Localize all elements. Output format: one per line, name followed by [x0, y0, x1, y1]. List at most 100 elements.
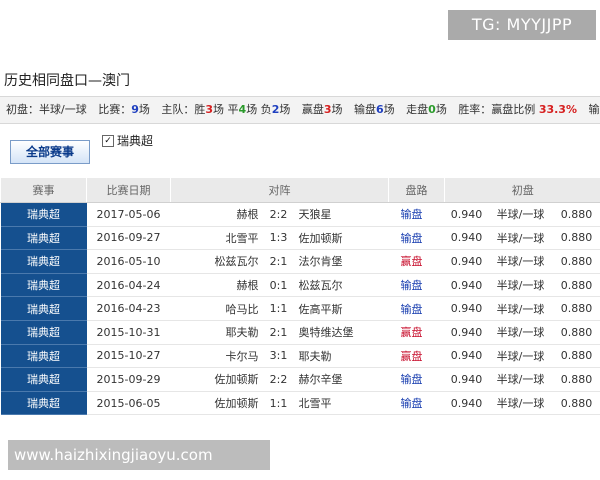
ratio-value: 33.3%: [538, 103, 577, 116]
table-cell-home-odds: 0.940: [444, 226, 489, 251]
home-win-count: 3: [205, 103, 214, 116]
table-cell-away-team[interactable]: 天狼星: [292, 202, 389, 227]
lose-label: 场 负: [246, 103, 272, 116]
table-cell-handicap-line: 半球/一球: [488, 344, 553, 369]
league-filter-label: 瑞典超: [117, 134, 154, 148]
table-cell-date: 2016-05-10: [86, 249, 171, 274]
table-cell-away-team[interactable]: 赫尔辛堡: [292, 367, 389, 392]
table-cell-away-team[interactable]: 耶夫勒: [292, 344, 389, 369]
table-cell-home-team[interactable]: 北雪平: [170, 226, 265, 251]
table-cell-handicap-line: 半球/一球: [488, 320, 553, 345]
table-cell-league[interactable]: 瑞典超: [0, 320, 87, 345]
matches-unit: 场: [138, 103, 150, 116]
table-cell-away-team[interactable]: 佐加顿斯: [292, 226, 389, 251]
header-initial: 初盘: [444, 178, 600, 203]
table-cell-date: 2016-04-24: [86, 273, 171, 298]
draw-label: 场 平: [213, 103, 239, 116]
table-cell-league[interactable]: 瑞典超: [0, 249, 87, 274]
table-cell-league[interactable]: 瑞典超: [0, 226, 87, 251]
table-cell-away-team[interactable]: 松兹瓦尔: [292, 273, 389, 298]
table-row[interactable]: 瑞典超 2017-05-06 赫根 2:2 天狼星 输盘 0.940 半球/一球 0.880: [0, 202, 600, 227]
league-checkbox[interactable]: ✓: [102, 134, 114, 147]
tg-watermark: TG: MYYJJPP: [448, 10, 596, 40]
table-cell-date: 2015-09-29: [86, 367, 171, 392]
table-cell-away-team[interactable]: 奥特维达堡: [292, 320, 389, 345]
table-cell-league[interactable]: 瑞典超: [0, 391, 87, 416]
table-cell-score: 3:1: [264, 344, 293, 369]
table-cell-league[interactable]: 瑞典超: [0, 202, 87, 227]
table-cell-home-odds: 0.940: [444, 296, 489, 321]
table-row[interactable]: 瑞典超 2015-10-27 卡尔马 3:1 耶夫勒 赢盘 0.940 半球/一球 0.880: [0, 344, 600, 369]
table-row[interactable]: 瑞典超 2015-09-29 佐加顿斯 2:2 赫尔辛堡 输盘 0.940 半球/一球 0.88…: [0, 367, 600, 392]
table-cell-away-team[interactable]: 北雪平: [292, 391, 389, 416]
rate-label: 胜率：: [458, 103, 492, 116]
table-cell-score: 2:2: [264, 367, 293, 392]
init-label: 初盘：: [6, 103, 39, 116]
table-cell-home-odds: 0.940: [444, 202, 489, 227]
header-league: 赛事: [0, 178, 87, 203]
table-cell-away-odds: 0.880: [552, 273, 600, 298]
table-cell-date: 2015-10-31: [86, 320, 171, 345]
table-cell-handicap-line: 半球/一球: [488, 296, 553, 321]
table-cell-league[interactable]: 瑞典超: [0, 296, 87, 321]
table-cell-result: 输盘: [388, 273, 445, 298]
table-cell-score: 2:2: [264, 202, 293, 227]
win-pan-unit: 场: [331, 103, 343, 116]
table-cell-handicap-line: 半球/一球: [488, 249, 553, 274]
table-row[interactable]: 瑞典超 2015-06-05 佐加顿斯 1:1 北雪平 输盘 0.940 半球/一球 0.880: [0, 391, 600, 416]
table-cell-result: 输盘: [388, 296, 445, 321]
table-row[interactable]: 瑞典超 2016-04-23 哈马比 1:1 佐高平斯 输盘 0.940 半球/一球 0.880: [0, 296, 600, 321]
table-cell-score: 1:1: [264, 296, 293, 321]
summary-bar: 初盘：半球/一球 比赛：9场 主队：胜3场 平4场 负2场 赢盘3场 输盘6场 …: [0, 96, 600, 124]
table-cell-date: 2016-09-27: [86, 226, 171, 251]
matches-count: 9: [131, 103, 139, 116]
win-pan-count: 3: [323, 103, 332, 116]
table-cell-away-odds: 0.880: [552, 226, 600, 251]
zou-pan-label: 走盘: [406, 103, 429, 116]
table-cell-home-team[interactable]: 赫根: [170, 273, 265, 298]
table-cell-away-odds: 0.880: [552, 296, 600, 321]
table-cell-home-team[interactable]: 赫根: [170, 202, 265, 227]
header-match: 对阵: [169, 178, 389, 203]
table-cell-away-team[interactable]: 佐高平斯: [292, 296, 389, 321]
lose-pan-unit: 场: [383, 103, 395, 116]
table-cell-league[interactable]: 瑞典超: [0, 367, 87, 392]
table-cell-date: 2017-05-06: [86, 202, 171, 227]
header-date: 比赛日期: [86, 178, 171, 203]
table-cell-score: 0:1: [264, 273, 293, 298]
home-lose-count: 2: [271, 103, 280, 116]
table-cell-result: 输盘: [388, 367, 445, 392]
league-filter[interactable]: ✓ 瑞典超: [102, 132, 153, 149]
table-row[interactable]: 瑞典超 2015-10-31 耶夫勒 2:1 奥特维达堡 赢盘 0.940 半球/一球 0.88…: [0, 320, 600, 345]
table-cell-result: 输盘: [388, 391, 445, 416]
table-cell-home-odds: 0.940: [444, 249, 489, 274]
table-cell-away-odds: 0.880: [552, 391, 600, 416]
table-cell-home-odds: 0.940: [444, 320, 489, 345]
table-cell-home-team[interactable]: 卡尔马: [170, 344, 265, 369]
table-cell-home-team[interactable]: 松兹瓦尔: [170, 249, 265, 274]
header-result: 盘路: [388, 178, 445, 203]
table-cell-home-team[interactable]: 耶夫勒: [170, 320, 265, 345]
win-pan-label: 赢盘: [301, 103, 324, 116]
table-cell-away-team[interactable]: 法尔肯堡: [292, 249, 389, 274]
lose-pan-count: 6: [376, 103, 384, 116]
table-cell-away-odds: 0.880: [552, 344, 600, 369]
table-cell-league[interactable]: 瑞典超: [0, 273, 87, 298]
table-cell-score: 1:1: [264, 391, 293, 416]
table-row[interactable]: 瑞典超 2016-05-10 松兹瓦尔 2:1 法尔肯堡 赢盘 0.940 半球/一球 0.88…: [0, 249, 600, 274]
all-events-button[interactable]: 全部赛事: [10, 140, 90, 164]
table-cell-date: 2015-10-27: [86, 344, 171, 369]
matches-label: 比赛：: [98, 103, 132, 116]
table-cell-score: 2:1: [264, 249, 293, 274]
table-row[interactable]: 瑞典超 2016-09-27 北雪平 1:3 佐加顿斯 输盘 0.940 半球/一球 0.880: [0, 226, 600, 251]
table-row[interactable]: 瑞典超 2016-04-24 赫根 0:1 松兹瓦尔 输盘 0.940 半球/一球 0.880: [0, 273, 600, 298]
table-cell-home-team[interactable]: 佐加顿斯: [170, 367, 265, 392]
table-cell-home-team[interactable]: 哈马比: [170, 296, 265, 321]
table-cell-home-team[interactable]: 佐加顿斯: [170, 391, 265, 416]
table-cell-handicap-line: 半球/一球: [488, 273, 553, 298]
table-cell-score: 1:3: [264, 226, 293, 251]
table-cell-handicap-line: 半球/一球: [488, 391, 553, 416]
table-cell-home-odds: 0.940: [444, 391, 489, 416]
table-cell-handicap-line: 半球/一球: [488, 367, 553, 392]
table-cell-league[interactable]: 瑞典超: [0, 344, 87, 369]
